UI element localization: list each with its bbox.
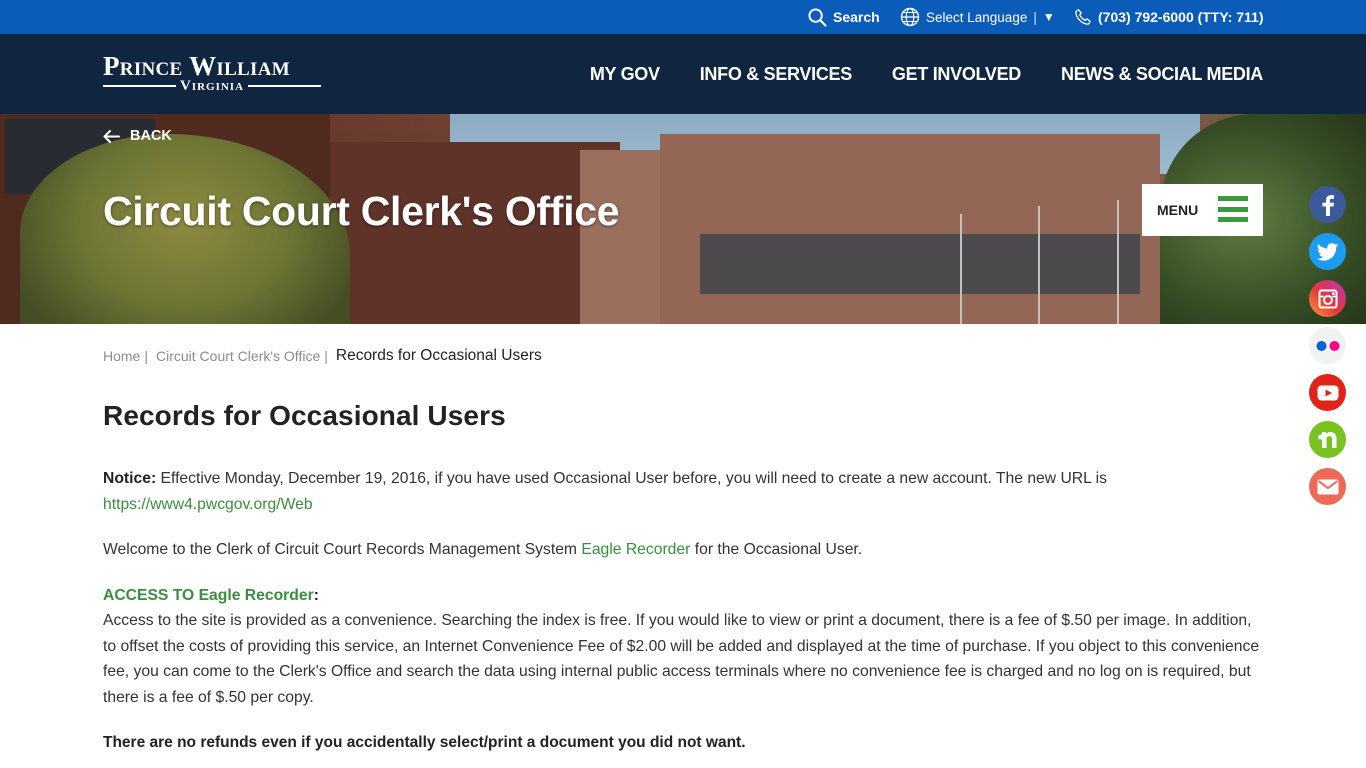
chevron-down-icon: ▼ bbox=[1042, 10, 1055, 24]
notice-paragraph: Notice: Effective Monday, December 19, 2… bbox=[103, 466, 1263, 517]
menu-label: MENU bbox=[1157, 202, 1199, 218]
hero-banner: BACK Circuit Court Clerk's Office MENU bbox=[0, 114, 1366, 324]
eagle-recorder-link[interactable]: Eagle Recorder bbox=[581, 541, 690, 558]
welcome-text: Welcome to the Clerk of Circuit Court Re… bbox=[103, 541, 582, 558]
refund-notice: There are no refunds even if you acciden… bbox=[103, 734, 746, 751]
globe-icon bbox=[900, 7, 920, 27]
search-label: Search bbox=[833, 9, 880, 25]
welcome-text-end: for the Occasional User. bbox=[690, 541, 863, 558]
facebook-link[interactable] bbox=[1309, 186, 1346, 223]
back-link[interactable]: BACK bbox=[103, 128, 172, 144]
access-colon: : bbox=[313, 586, 319, 604]
phone-link[interactable]: (703) 792-6000 (TTY: 711) bbox=[1074, 0, 1264, 34]
main-header: Prince William Virginia MY GOV INFO & SE… bbox=[0, 34, 1366, 114]
email-icon bbox=[1317, 479, 1338, 494]
search-icon bbox=[808, 7, 827, 27]
notice-text: Effective Monday, December 19, 2016, if … bbox=[156, 470, 1107, 487]
instagram-link[interactable] bbox=[1309, 280, 1346, 317]
language-label: Select Language bbox=[926, 9, 1028, 25]
access-paragraph: ACCESS TO Eagle Recorder: Access to the … bbox=[103, 583, 1263, 711]
breadcrumb: Home | Circuit Court Clerk's Office | Re… bbox=[103, 347, 542, 365]
phone-number: (703) 792-6000 (TTY: 711) bbox=[1098, 9, 1264, 25]
breadcrumb-separator: | bbox=[324, 348, 328, 364]
nav-news-social-media[interactable]: NEWS & SOCIAL MEDIA bbox=[1061, 64, 1263, 85]
nav-info-services[interactable]: INFO & SERVICES bbox=[700, 64, 853, 85]
main-nav: MY GOV INFO & SERVICES GET INVOLVED NEWS… bbox=[550, 34, 1263, 114]
phone-icon bbox=[1075, 9, 1091, 25]
breadcrumb-home[interactable]: Home bbox=[103, 348, 140, 364]
page-content: Notice: Effective Monday, December 19, 2… bbox=[103, 466, 1263, 768]
logo-title: Prince William bbox=[103, 51, 290, 81]
nextdoor-icon bbox=[1317, 431, 1336, 448]
menu-button[interactable]: MENU bbox=[1142, 184, 1263, 236]
flickr-link[interactable] bbox=[1309, 327, 1346, 364]
nav-my-gov[interactable]: MY GOV bbox=[590, 64, 660, 85]
email-link[interactable] bbox=[1309, 468, 1346, 505]
flickr-icon bbox=[1316, 340, 1339, 351]
language-select[interactable]: Select Language | ▼ bbox=[900, 0, 1055, 34]
access-text: Access to the site is provided as a conv… bbox=[103, 612, 1260, 706]
breadcrumb-current: Records for Occasional Users bbox=[335, 347, 542, 364]
language-separator: | bbox=[1033, 9, 1037, 25]
nav-get-involved[interactable]: GET INVOLVED bbox=[892, 64, 1021, 85]
arrow-left-icon bbox=[103, 129, 120, 143]
back-label: BACK bbox=[130, 128, 172, 144]
page-title: Records for Occasional Users bbox=[103, 400, 506, 431]
notice-label: Notice: bbox=[103, 470, 157, 487]
access-eagle-recorder-link[interactable]: ACCESS TO Eagle Recorder bbox=[103, 587, 314, 604]
site-logo[interactable]: Prince William Virginia bbox=[103, 52, 321, 94]
youtube-icon bbox=[1317, 385, 1338, 400]
hamburger-icon bbox=[1218, 196, 1248, 222]
section-title: Circuit Court Clerk's Office bbox=[103, 188, 620, 234]
facebook-icon bbox=[1322, 194, 1334, 216]
youtube-link[interactable] bbox=[1309, 374, 1346, 411]
instagram-icon bbox=[1318, 289, 1337, 308]
breadcrumb-separator: | bbox=[144, 348, 148, 364]
new-url-link[interactable]: https://www4.pwcgov.org/Web bbox=[103, 496, 313, 513]
logo-rule bbox=[248, 85, 321, 87]
nextdoor-link[interactable] bbox=[1309, 421, 1346, 458]
twitter-link[interactable] bbox=[1309, 233, 1346, 270]
breadcrumb-circuit-court[interactable]: Circuit Court Clerk's Office bbox=[156, 348, 320, 364]
twitter-icon bbox=[1316, 242, 1338, 261]
logo-rule bbox=[103, 85, 176, 87]
welcome-paragraph: Welcome to the Clerk of Circuit Court Re… bbox=[103, 537, 1263, 563]
utility-bar: Search Select Language | ▼ (703) 792-600… bbox=[0, 0, 1366, 34]
logo-subtitle: Virginia bbox=[179, 78, 245, 94]
search-button[interactable]: Search bbox=[808, 0, 880, 34]
